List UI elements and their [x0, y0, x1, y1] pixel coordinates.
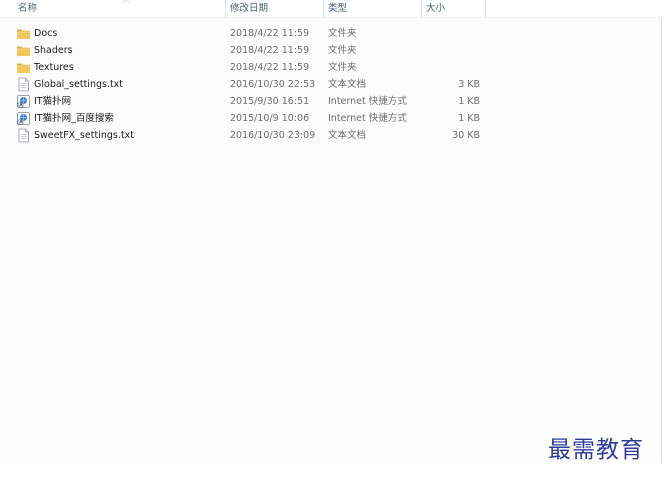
file-modified-date: 2018/4/22 11:59 [230, 45, 310, 56]
column-header-size-label: 大小 [426, 3, 446, 14]
file-size [420, 42, 480, 59]
column-header-bar: 名称 ︿ 修改日期 类型 大小 [0, 0, 662, 18]
file-type: 文本文档 [328, 79, 367, 90]
file-name: Docs [34, 28, 58, 39]
sort-chevron-icon: ︿ [122, 0, 136, 4]
file-row[interactable]: IT猫扑网_百度搜索 2015/10/9 10:06 Internet 快捷方式 1 … [14, 110, 484, 127]
file-size [420, 25, 480, 42]
folder-icon [16, 60, 31, 75]
file-size [420, 59, 480, 76]
file-size: 3 KB [458, 79, 480, 90]
internet-shortcut-icon [16, 111, 31, 126]
file-modified-date: 2016/10/30 22:53 [230, 79, 316, 90]
column-header-name[interactable]: 名称 ︿ [14, 0, 226, 18]
file-type: 文件夹 [328, 62, 357, 73]
file-type: 文件夹 [328, 28, 357, 39]
file-modified-date: 2016/10/30 23:09 [230, 130, 316, 141]
file-modified-date: 2018/4/22 11:59 [230, 28, 310, 39]
folder-icon [16, 43, 31, 58]
folder-icon [16, 26, 31, 41]
column-header-size[interactable]: 大小 [422, 0, 486, 18]
column-header-type[interactable]: 类型 [324, 0, 422, 18]
column-header-date[interactable]: 修改日期 [226, 0, 324, 18]
file-name: Global_settings.txt [34, 79, 124, 90]
file-row[interactable]: Global_settings.txt 2016/10/30 22:53 文本文档 3… [14, 76, 484, 93]
internet-shortcut-icon [16, 94, 31, 109]
file-name: Textures [34, 62, 74, 73]
file-name: IT猫扑网 [34, 96, 72, 107]
column-header-type-label: 类型 [328, 3, 348, 14]
file-modified-date: 2018/4/22 11:59 [230, 62, 310, 73]
column-header-date-label: 修改日期 [230, 3, 269, 14]
file-row[interactable]: Docs 2018/4/22 11:59 文件夹 [14, 25, 484, 42]
file-row[interactable]: Shaders 2018/4/22 11:59 文件夹 [14, 42, 484, 59]
file-name: Shaders [34, 45, 73, 56]
file-row[interactable]: IT猫扑网 2015/9/30 16:51 Internet 快捷方式 1 KB [14, 93, 484, 110]
file-type: 文本文档 [328, 130, 367, 141]
file-type: Internet 快捷方式 [328, 96, 407, 107]
file-size: 30 KB [452, 130, 480, 141]
file-row[interactable]: Textures 2018/4/22 11:59 文件夹 [14, 59, 484, 76]
file-explorer-window: 名称 ︿ 修改日期 类型 大小 Docs2018/4/22 11:59文件夹Sh… [0, 0, 662, 462]
file-name: SweetFX_settings.txt [34, 130, 134, 141]
file-name: IT猫扑网_百度搜索 [34, 113, 114, 124]
file-size: 1 KB [458, 113, 480, 124]
file-modified-date: 2015/9/30 16:51 [230, 96, 310, 107]
file-row[interactable]: SweetFX_settings.txt 2016/10/30 23:09 文本文档… [14, 127, 484, 144]
file-size: 1 KB [458, 96, 480, 107]
file-type: 文件夹 [328, 45, 357, 56]
text-file-icon [16, 77, 31, 92]
file-type: Internet 快捷方式 [328, 113, 407, 124]
watermark-text: 最需教育 [548, 437, 644, 463]
column-header-name-label: 名称 [18, 3, 38, 14]
text-file-icon [16, 128, 31, 143]
file-modified-date: 2015/10/9 10:06 [230, 113, 310, 124]
